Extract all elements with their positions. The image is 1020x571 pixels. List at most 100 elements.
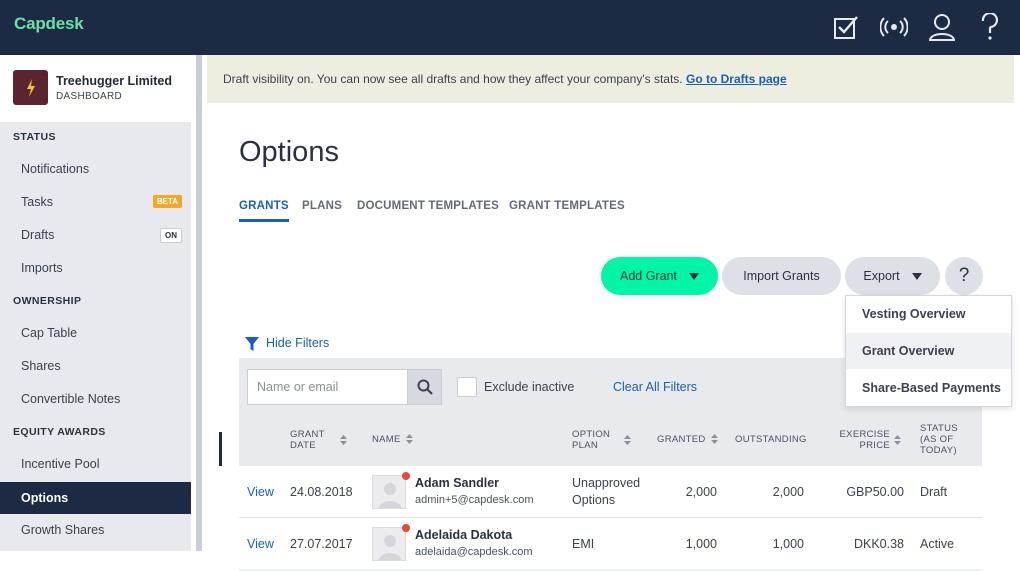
holder-name: Adam Sandler <box>415 476 500 490</box>
option-plan: EMI <box>572 537 595 551</box>
avatar <box>372 475 406 509</box>
search-icon <box>417 379 433 395</box>
export-label: Export <box>863 269 900 283</box>
hide-filters-link[interactable]: Hide Filters <box>266 336 329 350</box>
sidebar: Treehugger Limited DASHBOARD STATUS Noti… <box>0 55 191 551</box>
filter-funnel-icon[interactable] <box>244 336 260 352</box>
header-text: (AS OF <box>920 434 954 445</box>
sidebar-item-imports[interactable]: Imports <box>0 252 191 284</box>
export-dropdown-menu: Vesting Overview Grant Overview Share-Ba… <box>845 295 1012 407</box>
menu-item-grant-overview[interactable]: Grant Overview <box>846 333 1011 369</box>
sidebar-item-label: Drafts <box>21 228 55 242</box>
top-bar: Capdesk <box>0 0 1020 55</box>
clear-filters-link[interactable]: Clear All Filters <box>613 380 697 394</box>
status-alert-dot <box>402 472 410 480</box>
sort-icon <box>894 435 901 445</box>
exclude-inactive-checkbox[interactable] <box>457 377 477 397</box>
exercise-price-value: GBP50.00 <box>846 485 904 499</box>
banner-text: Draft visibility on. You can now see all… <box>223 72 686 86</box>
sidebar-item-cap-table[interactable]: Cap Table <box>0 317 191 349</box>
view-link[interactable]: View <box>247 485 274 499</box>
add-grant-button[interactable]: Add Grant <box>601 257 718 295</box>
company-subtitle: DASHBOARD <box>56 91 123 102</box>
beta-badge: BETA <box>152 195 182 208</box>
chevron-down-icon <box>688 272 699 280</box>
sidebar-item-drafts[interactable]: Drafts ON <box>0 219 191 251</box>
header-text: GRANTED <box>657 434 706 445</box>
sidebar-item-shares[interactable]: Shares <box>0 350 191 382</box>
granted-value: 1,000 <box>685 537 717 551</box>
status-value: Draft <box>920 485 948 499</box>
column-option-plan[interactable]: OPTION PLAN <box>572 429 610 451</box>
outstanding-value: 1,000 <box>772 537 804 551</box>
table-scroll-indicator <box>219 432 222 466</box>
header-text: PLAN <box>572 440 599 451</box>
header-text: EXERCISE <box>839 429 890 440</box>
export-button[interactable]: Export <box>845 257 940 295</box>
holder-name: Adelaida Dakota <box>415 528 513 542</box>
header-text: TODAY) <box>920 445 957 456</box>
option-plan: Unapproved <box>572 476 641 490</box>
section-equity-awards: EQUITY AWARDS <box>13 426 106 438</box>
table-row[interactable]: View 24.08.2018 Adam Sandler admin+5@cap… <box>239 466 982 518</box>
user-profile-icon[interactable] <box>928 12 956 42</box>
grant-date: 27.07.2017 <box>290 537 353 551</box>
header-text: NAME <box>372 434 401 445</box>
menu-item-vesting-overview[interactable]: Vesting Overview <box>846 296 1011 332</box>
sort-icon <box>405 434 413 445</box>
column-exercise-price[interactable]: EXERCISE PRICE <box>838 429 890 451</box>
sort-icon <box>710 434 718 445</box>
company-name: Treehugger Limited <box>56 74 172 88</box>
table-row[interactable]: View 27.07.2017 Adelaida Dakota adelaida… <box>239 519 982 571</box>
sort-icon <box>624 435 631 445</box>
company-logo <box>13 70 48 105</box>
add-grant-label: Add Grant <box>620 269 677 283</box>
column-outstanding: OUTSTANDING <box>735 434 807 445</box>
tab-plans[interactable]: PLANS <box>302 200 342 212</box>
tab-grants[interactable]: GRANTS <box>239 200 289 222</box>
drafts-page-link[interactable]: Go to Drafts page <box>686 72 787 86</box>
avatar <box>372 527 406 561</box>
tab-document-templates[interactable]: DOCUMENT TEMPLATES <box>357 200 499 212</box>
help-button[interactable]: ? <box>945 257 983 295</box>
section-ownership: OWNERSHIP <box>13 295 82 307</box>
search-button[interactable] <box>407 369 442 405</box>
header-text: GRANT <box>290 429 325 440</box>
drafts-on-badge: ON <box>160 228 182 243</box>
header-text: PRICE <box>859 440 890 451</box>
sidebar-item-incentive-pool[interactable]: Incentive Pool <box>0 448 191 480</box>
tasks-check-icon[interactable] <box>832 12 860 42</box>
page-title: Options <box>239 136 339 168</box>
exclude-inactive-label: Exclude inactive <box>484 380 575 394</box>
status-value: Active <box>920 537 955 551</box>
sidebar-scrollbar[interactable] <box>196 55 202 551</box>
sidebar-item-options[interactable]: Options <box>0 482 191 514</box>
column-name[interactable]: NAME <box>372 434 413 445</box>
sidebar-item-label: Tasks <box>21 195 53 209</box>
import-grants-button[interactable]: Import Grants <box>722 257 841 295</box>
menu-item-share-based-payments[interactable]: Share-Based Payments <box>846 370 1011 406</box>
broadcast-icon[interactable] <box>880 12 908 42</box>
view-link[interactable]: View <box>247 537 274 551</box>
company-header[interactable]: Treehugger Limited DASHBOARD <box>0 55 191 122</box>
app-logo[interactable]: Capdesk <box>14 14 84 34</box>
outstanding-value: 2,000 <box>772 485 804 499</box>
tab-grant-templates[interactable]: GRANT TEMPLATES <box>509 200 625 212</box>
granted-value: 2,000 <box>685 485 717 499</box>
sort-icon <box>339 435 347 446</box>
sidebar-item-growth-shares[interactable]: Growth Shares <box>0 514 191 546</box>
status-alert-dot <box>402 524 410 532</box>
sidebar-item-notifications[interactable]: Notifications <box>0 153 191 185</box>
column-granted[interactable]: GRANTED <box>657 434 718 445</box>
column-status: STATUS (AS OF TODAY) <box>920 423 958 456</box>
sidebar-item-tasks[interactable]: Tasks BETA <box>0 186 191 218</box>
sidebar-item-convertible-notes[interactable]: Convertible Notes <box>0 383 191 415</box>
help-question-icon[interactable] <box>976 12 1004 42</box>
holder-email: adelaida@capdesk.com <box>415 546 533 558</box>
option-plan-line2: Options <box>572 493 616 507</box>
holder-email: admin+5@capdesk.com <box>415 494 534 506</box>
column-grant-date[interactable]: GRANT DATE <box>290 429 347 451</box>
exercise-price-value: DKK0.38 <box>853 537 904 551</box>
header-text: OPTION <box>572 429 611 440</box>
drafts-banner: Draft visibility on. You can now see all… <box>207 55 1014 103</box>
